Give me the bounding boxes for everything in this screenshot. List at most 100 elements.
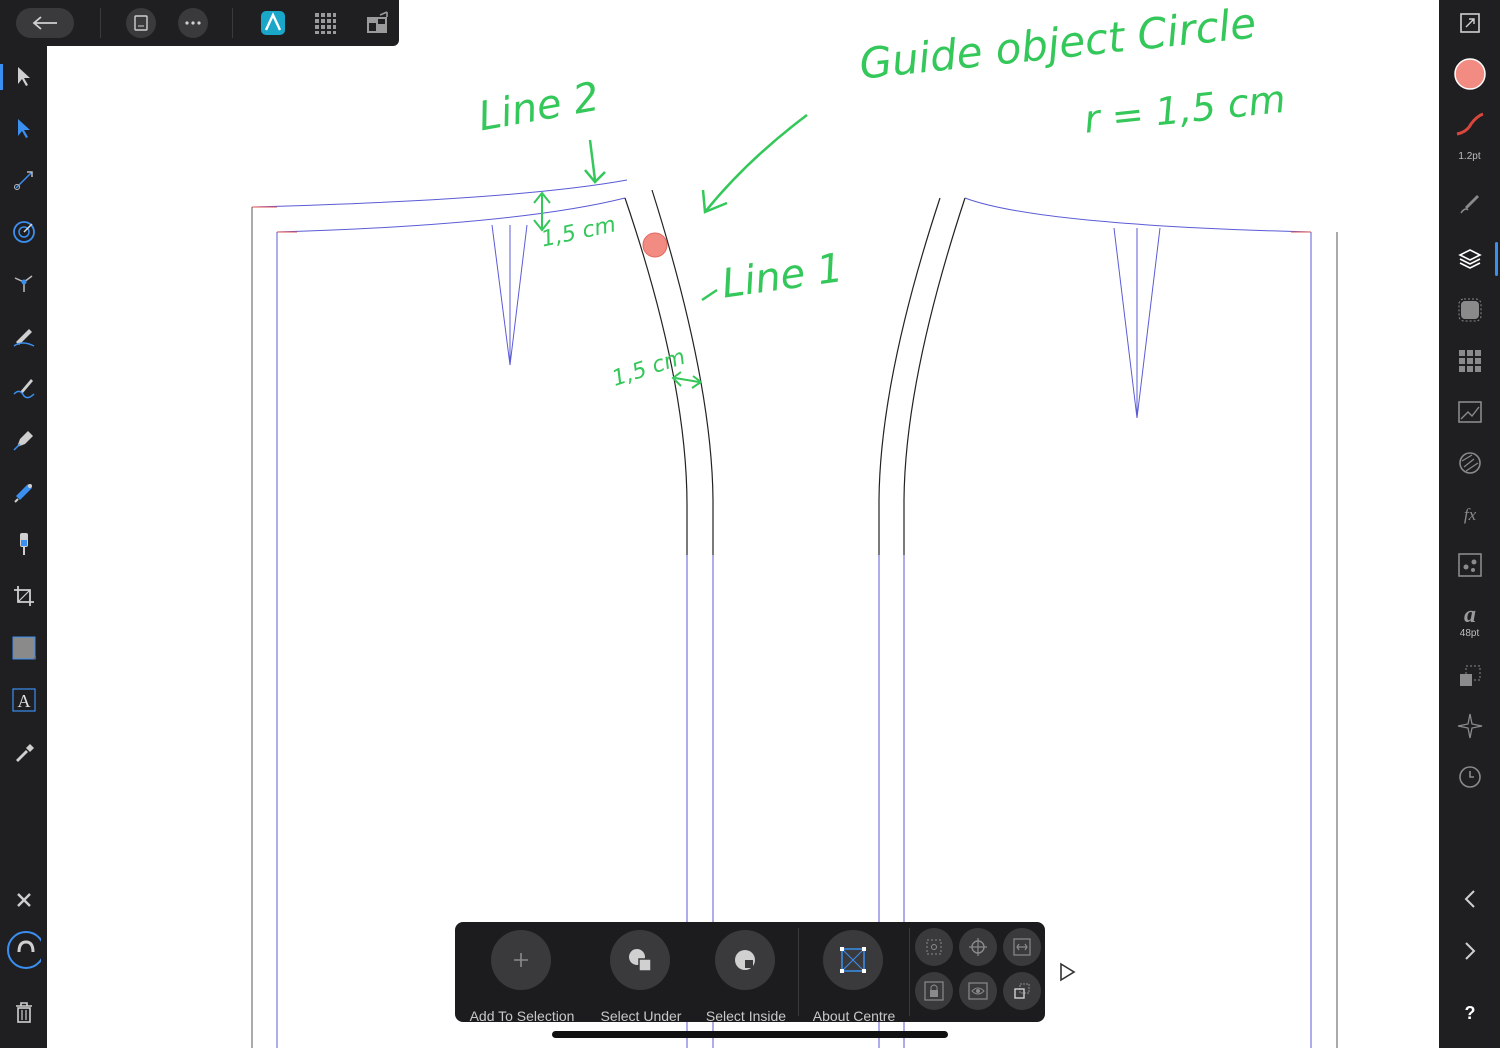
top-toolbar xyxy=(0,0,399,46)
brushes-panel-button[interactable] xyxy=(1451,186,1488,222)
arrange-button[interactable] xyxy=(1003,972,1041,1010)
aperture-icon xyxy=(1458,452,1481,474)
waist-left-inner xyxy=(276,197,626,233)
document-canvas[interactable]: Guide object Circle r = 1,5 cm Line 2 Li… xyxy=(47,0,1439,1048)
arrow-to-line2 xyxy=(588,139,597,181)
svg-text:?: ? xyxy=(1464,1003,1475,1023)
left-toolbar: A xyxy=(0,46,47,1048)
about-centre-icon xyxy=(823,930,883,990)
close-icon xyxy=(16,893,31,907)
select-under-icon xyxy=(610,930,670,990)
toolbar-divider xyxy=(232,8,233,38)
chevron-left-icon xyxy=(1464,890,1475,908)
right-crotch-inner xyxy=(903,197,966,555)
transform-origin-button[interactable] xyxy=(915,928,953,966)
help-button[interactable]: ? xyxy=(1451,994,1488,1030)
swatches-panel-button[interactable] xyxy=(1451,343,1488,379)
fullscreen-button[interactable] xyxy=(1451,5,1488,41)
transparency-tool-icon xyxy=(19,533,28,555)
transparency-tool[interactable] xyxy=(6,526,41,562)
stroke-color-swatch[interactable] xyxy=(1451,107,1488,143)
pixel-grid-icon xyxy=(315,13,336,34)
collapse-right-button[interactable] xyxy=(1451,933,1488,969)
active-tool-indicator xyxy=(0,64,3,90)
node-tool[interactable] xyxy=(6,110,41,146)
artistic-text-icon: A xyxy=(11,688,36,712)
active-panel-indicator xyxy=(1495,242,1498,276)
vector-brush-tool[interactable] xyxy=(6,370,41,406)
select-under-button[interactable]: Select Under xyxy=(586,930,696,1024)
export-persona-button[interactable] xyxy=(362,8,392,38)
collapse-left-button[interactable] xyxy=(1451,881,1488,917)
point-transform-icon xyxy=(12,221,35,243)
right-crotch-outer xyxy=(878,197,941,555)
color-picker-tool[interactable] xyxy=(6,734,41,770)
more-button[interactable] xyxy=(178,8,208,38)
move-tool[interactable] xyxy=(6,58,41,94)
back-button[interactable] xyxy=(16,8,74,38)
visibility-icon xyxy=(968,982,988,1000)
document-icon xyxy=(134,15,148,31)
context-expand-button[interactable] xyxy=(1055,960,1079,984)
layers-panel-button[interactable] xyxy=(1451,241,1488,277)
compass-icon xyxy=(1457,713,1482,739)
rectangle-tool-icon xyxy=(12,636,36,660)
history-panel-button[interactable] xyxy=(1451,759,1488,795)
color-picker-icon xyxy=(15,744,34,762)
delete-button[interactable] xyxy=(6,994,41,1030)
visibility-button[interactable] xyxy=(959,972,997,1010)
corner-tool-icon xyxy=(13,171,33,190)
layers-icon xyxy=(1457,249,1482,269)
image-panel-button[interactable] xyxy=(1451,394,1488,430)
navigator-panel-button[interactable] xyxy=(1451,708,1488,744)
move-tool-icon xyxy=(17,67,30,86)
arrange-panel-button[interactable] xyxy=(1451,658,1488,694)
fill-color-swatch[interactable] xyxy=(1451,56,1488,92)
fx-panel-button[interactable]: fx xyxy=(1451,496,1488,532)
about-centre-button[interactable]: About Centre xyxy=(799,930,909,1024)
designer-persona-button[interactable] xyxy=(258,8,288,38)
align-icon xyxy=(1013,938,1031,956)
select-inside-button[interactable]: Select Inside xyxy=(691,930,801,1024)
snapping-button[interactable] xyxy=(6,931,41,969)
fill-color-icon xyxy=(1453,58,1486,90)
lock-icon xyxy=(924,981,944,1001)
pencil-tool[interactable] xyxy=(6,318,41,354)
fullscreen-icon xyxy=(1459,13,1480,33)
line-2 xyxy=(251,179,628,208)
home-indicator xyxy=(552,1031,948,1038)
point-transform-tool[interactable] xyxy=(6,214,41,250)
contour-tool[interactable] xyxy=(6,266,41,302)
export-persona-icon xyxy=(367,11,388,33)
pixel-persona-button[interactable] xyxy=(310,8,340,38)
lock-button[interactable] xyxy=(915,972,953,1010)
rectangle-tool[interactable] xyxy=(6,630,41,666)
arrange-icon xyxy=(1459,665,1480,686)
fill-tool[interactable] xyxy=(6,474,41,510)
fill-tool-icon xyxy=(13,484,32,503)
adjustments-panel-button[interactable] xyxy=(1451,445,1488,481)
document-button[interactable] xyxy=(126,8,156,38)
crop-tool[interactable] xyxy=(6,578,41,614)
crosshair-icon xyxy=(969,938,987,956)
transform-panel-button[interactable] xyxy=(1451,547,1488,583)
help-icon: ? xyxy=(1464,1003,1475,1023)
effects-icon xyxy=(1458,298,1481,322)
text-panel-button[interactable]: a xyxy=(1451,596,1488,632)
add-to-selection-button[interactable]: Add To Selection xyxy=(467,930,577,1024)
crosshair-button[interactable] xyxy=(959,928,997,966)
close-button[interactable] xyxy=(6,882,41,918)
transform-icon xyxy=(1457,553,1482,577)
pattern-drawing xyxy=(251,114,1338,1048)
align-button[interactable] xyxy=(1003,928,1041,966)
effects-panel-button[interactable] xyxy=(1451,292,1488,328)
measure-top-arrow xyxy=(533,191,551,232)
vector-brush-icon xyxy=(12,379,35,399)
swatches-icon xyxy=(1458,350,1481,372)
corner-tool[interactable] xyxy=(6,162,41,198)
brush-icon xyxy=(1459,195,1479,214)
pen-tool-icon xyxy=(12,431,33,451)
node-tool-icon xyxy=(17,119,30,138)
pen-tool[interactable] xyxy=(6,422,41,458)
artistic-text-tool[interactable]: A xyxy=(6,682,41,718)
